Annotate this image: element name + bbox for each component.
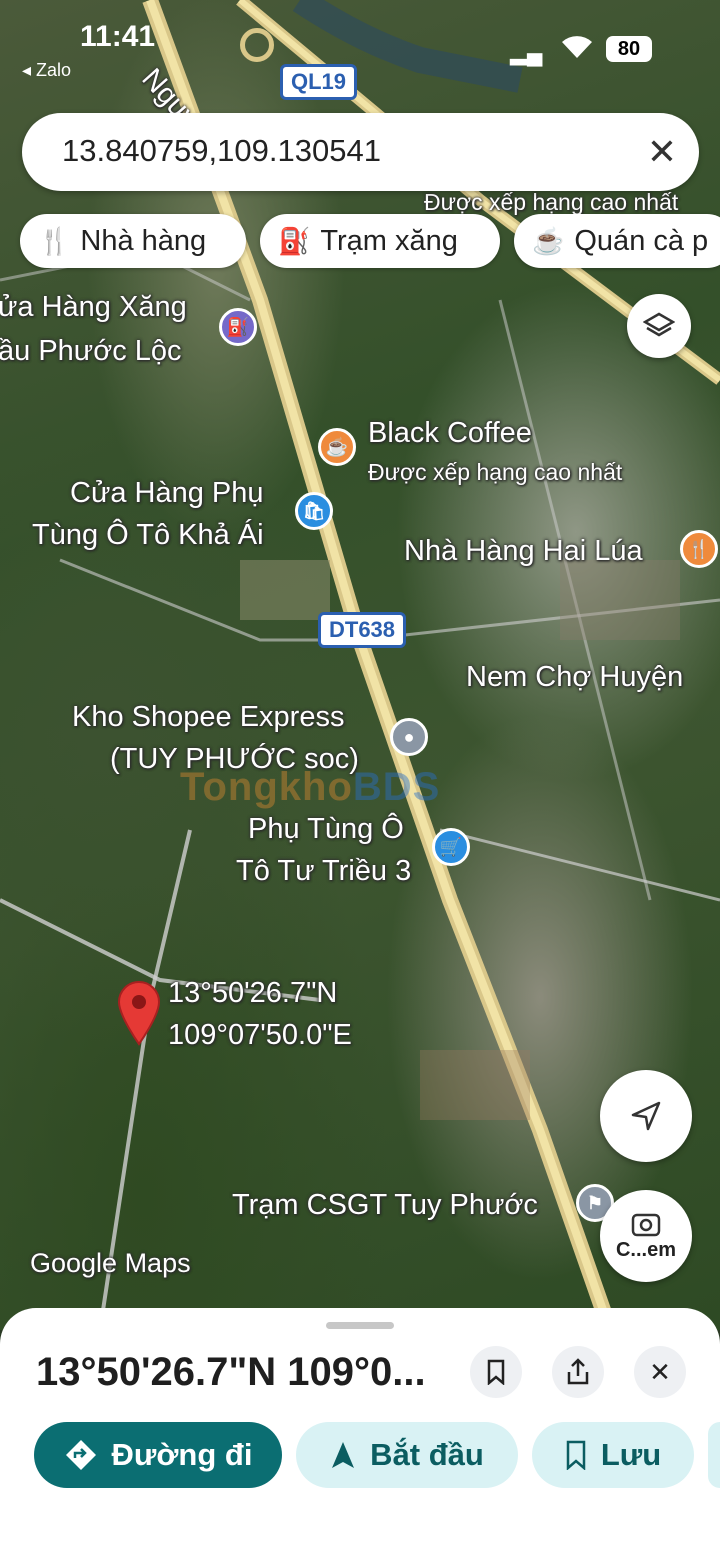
place-bottom-sheet[interactable]: 13°50'26.7"N 109°0... ✕ Đường đi Bắt đầu… bbox=[0, 1308, 720, 1560]
place-black-coffee-note: Được xếp hạng cao nhất bbox=[368, 459, 623, 485]
place-black-coffee[interactable]: Black Coffee bbox=[368, 416, 532, 450]
lens-label: C...em bbox=[615, 1238, 677, 1261]
restaurant-pin-icon[interactable]: 🍴 bbox=[680, 530, 718, 568]
directions-label: Đường đi bbox=[111, 1437, 253, 1472]
chip-gas-stations[interactable]: ⛽ Trạm xăng bbox=[260, 214, 500, 268]
place-auto-parts-line2[interactable]: Tùng Ô Tô Khả Ái bbox=[32, 518, 264, 552]
start-label: Bắt đầu bbox=[370, 1437, 484, 1472]
coffee-pin-icon[interactable]: ☕ bbox=[318, 428, 356, 466]
bookmark-icon bbox=[566, 1440, 586, 1470]
shopping-bag-pin-icon[interactable]: 🛍 bbox=[295, 492, 333, 530]
directions-icon bbox=[65, 1440, 96, 1470]
directions-button[interactable]: Đường đi bbox=[34, 1422, 282, 1488]
close-icon: ✕ bbox=[649, 1356, 671, 1387]
dropped-pin-icon[interactable] bbox=[117, 980, 161, 1046]
route-shield-dt638: DT638 bbox=[318, 612, 407, 648]
navigation-start-icon bbox=[332, 1442, 355, 1468]
clear-search-icon[interactable]: ✕ bbox=[647, 131, 677, 173]
navigation-arrow-icon bbox=[631, 1101, 661, 1131]
fork-knife-icon: 🍴 bbox=[38, 225, 71, 256]
search-bar[interactable]: 13.840759,109.130541 ✕ bbox=[22, 113, 699, 191]
layers-icon bbox=[643, 312, 675, 337]
status-bar: 11:41 ◂ Zalo ▂▄ 80 bbox=[0, 0, 720, 100]
coffee-cup-icon: ☕ bbox=[532, 225, 565, 256]
my-location-button[interactable] bbox=[600, 1070, 692, 1162]
google-maps-attribution: Google Maps bbox=[30, 1248, 191, 1278]
camera-lens-icon bbox=[631, 1213, 661, 1236]
sheet-title: 13°50'26.7"N 109°0... bbox=[36, 1350, 426, 1394]
search-input[interactable]: 13.840759,109.130541 bbox=[62, 133, 381, 169]
battery-indicator: 80 bbox=[606, 36, 652, 62]
layers-button[interactable] bbox=[627, 294, 691, 358]
save-label: Lưu bbox=[600, 1437, 662, 1472]
save-button[interactable]: Lưu bbox=[532, 1422, 694, 1488]
more-actions-button[interactable] bbox=[708, 1422, 720, 1488]
location-pin-icon[interactable]: ● bbox=[390, 718, 428, 756]
top-rating-note: Được xếp hạng cao nhất bbox=[424, 189, 679, 215]
wifi-icon bbox=[562, 36, 592, 58]
place-nem-cho[interactable]: Nem Chợ Huyện bbox=[466, 660, 683, 694]
chip-coffee-label: Quán cà p bbox=[574, 224, 709, 257]
clock: 11:41 bbox=[80, 20, 156, 53]
place-tu-trieu-line1[interactable]: Phụ Tùng Ô bbox=[248, 812, 404, 846]
start-button[interactable]: Bắt đầu bbox=[296, 1422, 518, 1488]
share-icon bbox=[567, 1358, 589, 1385]
back-app-label: Zalo bbox=[36, 60, 72, 80]
place-auto-parts-line1[interactable]: Cửa Hàng Phụ bbox=[70, 476, 264, 510]
shopping-cart-pin-icon[interactable]: 🛒 bbox=[432, 828, 470, 866]
place-gas-station-line2[interactable]: ầu Phước Lộc bbox=[0, 334, 182, 368]
place-tu-trieu-line2[interactable]: Tô Tư Triều 3 bbox=[236, 854, 411, 888]
gas-pump-icon: ⛽ bbox=[278, 225, 311, 256]
place-shopee-line1[interactable]: Kho Shopee Express bbox=[72, 700, 344, 734]
chip-restaurants-label: Nhà hàng bbox=[80, 224, 207, 257]
back-to-app-link[interactable]: ◂ Zalo bbox=[22, 60, 71, 81]
close-button[interactable]: ✕ bbox=[634, 1346, 686, 1398]
place-gas-station-line1[interactable]: ửa Hàng Xăng bbox=[0, 290, 187, 324]
lens-button[interactable]: C...em bbox=[600, 1190, 692, 1282]
cellular-signal-icon: ▂▄ bbox=[510, 40, 543, 65]
save-bookmark-button[interactable] bbox=[470, 1346, 522, 1398]
sheet-drag-handle[interactable] bbox=[326, 1322, 394, 1329]
share-button[interactable] bbox=[552, 1346, 604, 1398]
place-hai-lua[interactable]: Nhà Hàng Hai Lúa bbox=[404, 534, 643, 568]
watermark: TongkhoBDS bbox=[180, 765, 441, 809]
pin-latitude: 13°50'26.7"N bbox=[168, 977, 338, 1009]
bookmark-icon bbox=[487, 1359, 505, 1385]
place-csgt[interactable]: Trạm CSGT Tuy Phước bbox=[232, 1188, 538, 1222]
gas-station-pin-icon[interactable]: ⛽ bbox=[219, 308, 257, 346]
chip-gas-stations-label: Trạm xăng bbox=[320, 224, 458, 257]
pin-longitude: 109°07'50.0"E bbox=[168, 1019, 352, 1051]
chip-restaurants[interactable]: 🍴 Nhà hàng bbox=[20, 214, 246, 268]
chip-coffee[interactable]: ☕ Quán cà p bbox=[514, 214, 720, 268]
